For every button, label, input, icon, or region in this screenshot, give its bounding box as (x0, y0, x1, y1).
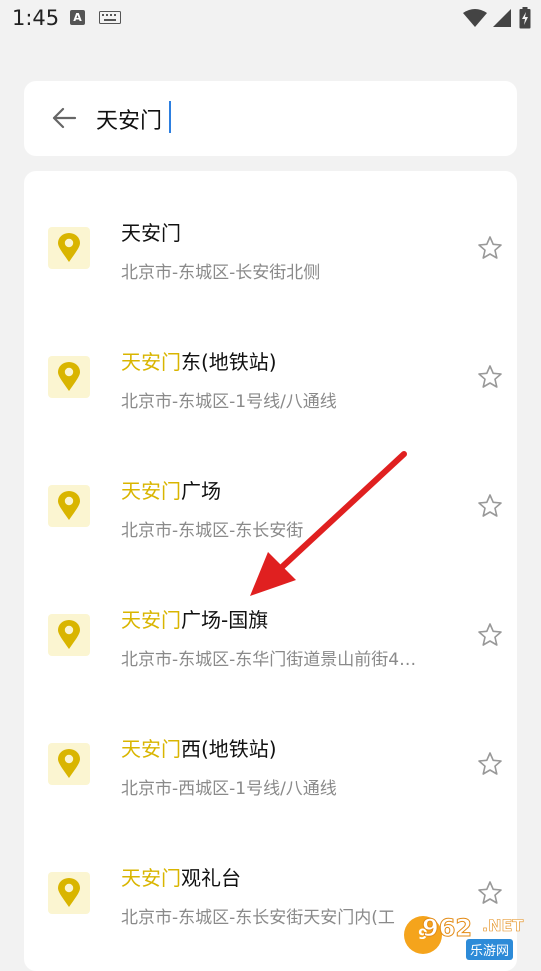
result-title: 天安门东(地铁站) (121, 346, 277, 375)
watermark-number: 962 (421, 914, 473, 943)
back-arrow-icon[interactable] (51, 106, 77, 130)
result-title: 天安门西(地铁站) (121, 733, 277, 762)
location-pin-badge (48, 614, 90, 656)
result-address: 北京市-东城区-东长安街 (121, 521, 304, 541)
result-title-highlight: 天安门 (121, 479, 181, 503)
map-pin-icon (58, 233, 80, 262)
search-input[interactable] (96, 100, 476, 138)
favorite-star-icon[interactable] (477, 622, 503, 648)
result-item-2[interactable]: 天安门东(地铁站) 北京市-东城区-1号线/八通线 (24, 300, 517, 429)
status-bar: 1:45 A (0, 0, 541, 38)
watermark-suffix: .NET (482, 916, 524, 936)
result-address: 北京市-西城区-1号线/八通线 (121, 779, 337, 799)
result-title: 天安门广场 (121, 475, 221, 504)
location-pin-badge (48, 485, 90, 527)
result-title-text: 西(地铁站) (181, 737, 277, 761)
result-title-text: 东(地铁站) (181, 350, 277, 374)
result-title-highlight: 天安门 (121, 608, 181, 632)
status-time: 1:45 (12, 6, 60, 30)
map-pin-icon (58, 491, 80, 520)
search-results-list: 天安门 北京市-东城区-长安街北侧 天安门东(地铁站) 北京市-东城区-1号线/… (24, 171, 517, 971)
favorite-star-icon[interactable] (477, 751, 503, 777)
result-item-3[interactable]: 天安门广场 北京市-东城区-东长安街 (24, 429, 517, 558)
keyboard-icon (99, 11, 121, 24)
result-title-highlight: 天安门 (121, 737, 181, 761)
wifi-icon (463, 9, 487, 27)
result-title-text: 天安门 (121, 221, 181, 245)
location-pin-badge (48, 356, 90, 398)
text-caret (169, 101, 171, 133)
battery-charging-icon (519, 7, 531, 29)
result-address: 北京市-东城区-东华门街道景山前街4… (121, 650, 417, 670)
map-pin-icon (58, 749, 80, 778)
watermark-logo: 9 962 .NET 乐游网 (404, 912, 538, 960)
result-title-text: 观礼台 (181, 866, 241, 890)
result-address: 北京市-东城区-长安街北侧 (121, 263, 321, 283)
result-title-text: 广场 (181, 479, 221, 503)
result-title-highlight: 天安门 (121, 350, 181, 374)
watermark-site: 乐游网 (466, 939, 514, 960)
result-title: 天安门 (121, 217, 181, 246)
map-pin-icon (58, 362, 80, 391)
location-pin-badge (48, 872, 90, 914)
favorite-star-icon[interactable] (477, 364, 503, 390)
search-bar (24, 81, 517, 156)
favorite-star-icon[interactable] (477, 493, 503, 519)
map-pin-icon (58, 620, 80, 649)
signal-icon (493, 9, 511, 27)
notification-a-icon: A (70, 10, 85, 25)
result-item-1[interactable]: 天安门 北京市-东城区-长安街北侧 (24, 171, 517, 300)
location-pin-badge (48, 227, 90, 269)
favorite-star-icon[interactable] (477, 235, 503, 261)
result-title-text: 广场-国旗 (181, 608, 269, 632)
result-address: 北京市-东城区-1号线/八通线 (121, 392, 337, 412)
location-pin-badge (48, 743, 90, 785)
favorite-star-icon[interactable] (477, 880, 503, 906)
result-item-4[interactable]: 天安门广场-国旗 北京市-东城区-东华门街道景山前街4… (24, 558, 517, 687)
result-title-highlight: 天安门 (121, 866, 181, 890)
result-item-5[interactable]: 天安门西(地铁站) 北京市-西城区-1号线/八通线 (24, 687, 517, 816)
result-title: 天安门观礼台 (121, 862, 241, 891)
map-pin-icon (58, 878, 80, 907)
result-title: 天安门广场-国旗 (121, 604, 268, 633)
